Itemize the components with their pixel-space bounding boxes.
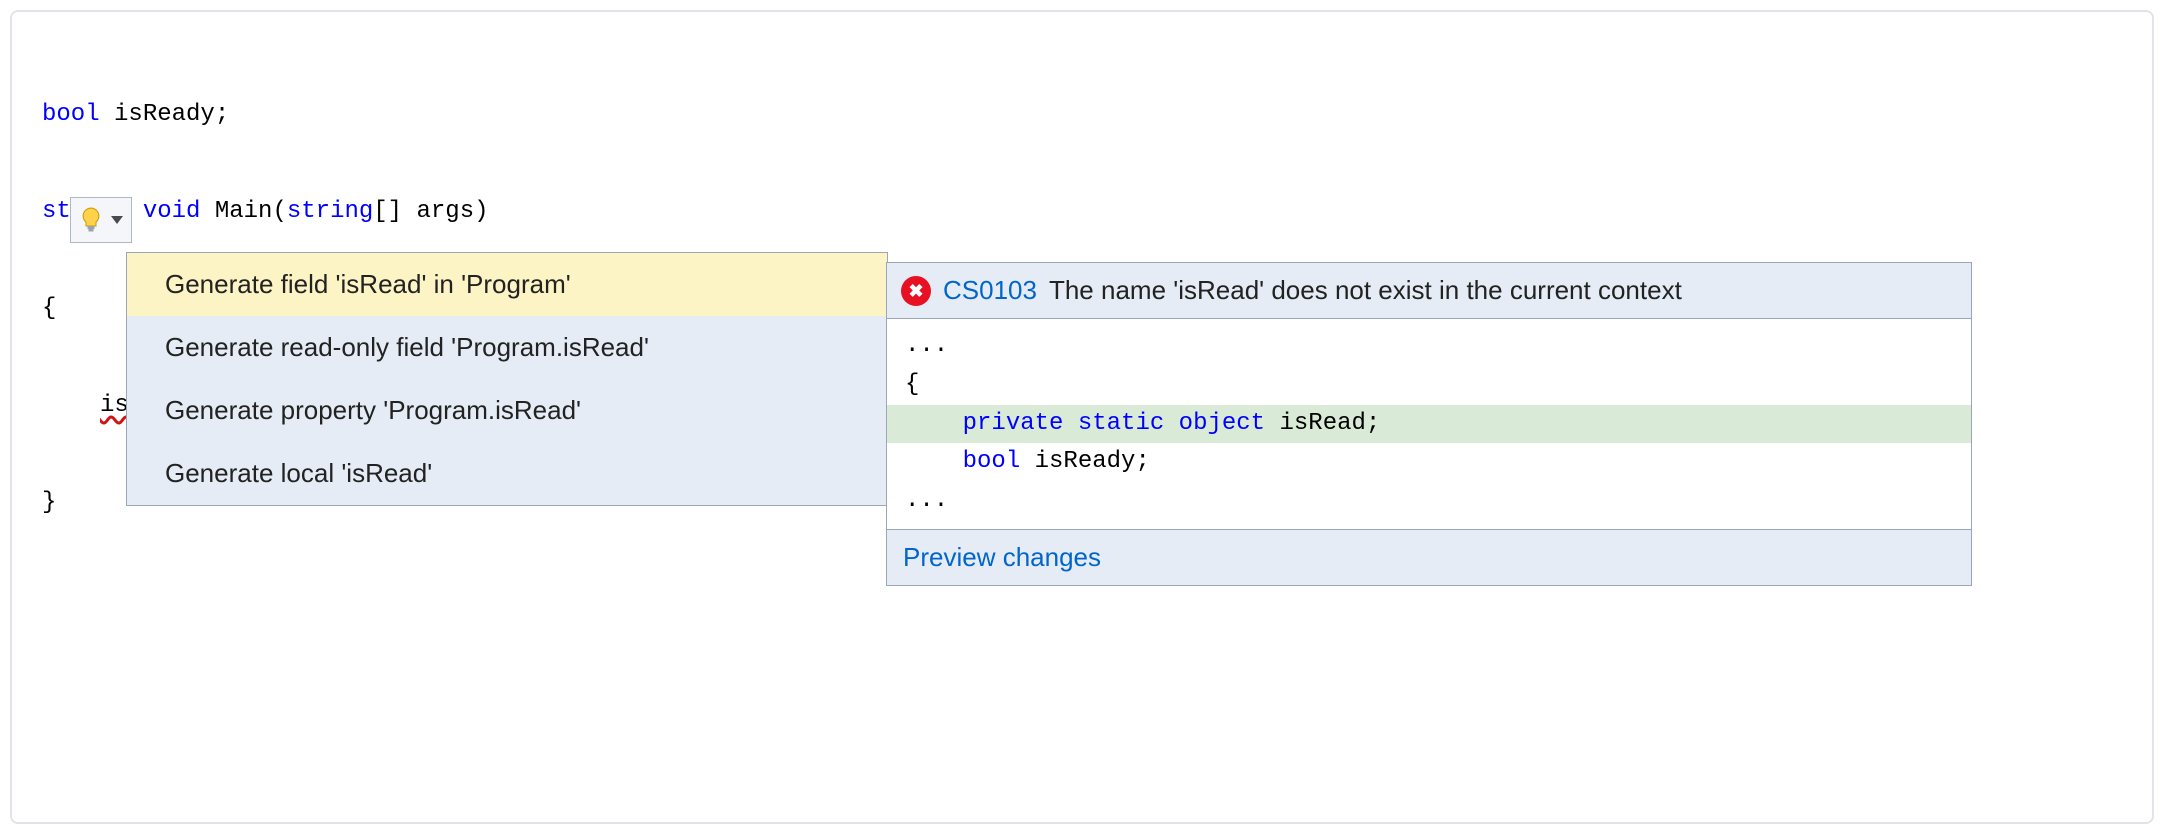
lightbulb-icon	[79, 206, 103, 234]
semicolon: ;	[1366, 410, 1380, 437]
quick-action-generate-local[interactable]: Generate local 'isRead'	[127, 442, 887, 505]
quick-actions-bulb-button[interactable]	[70, 197, 132, 243]
error-code[interactable]: CS0103	[943, 273, 1037, 308]
error-icon	[901, 276, 931, 306]
chevron-down-icon	[111, 216, 123, 224]
code-line: bool isReady;	[42, 99, 2122, 131]
diff-ellipsis: ...	[887, 327, 1971, 366]
quick-action-generate-field[interactable]: Generate field 'isRead' in 'Program'	[127, 253, 887, 316]
diff-ellipsis: ...	[887, 482, 1971, 521]
paren-close: )	[474, 198, 488, 225]
keyword-void: void	[143, 198, 201, 225]
quick-action-generate-readonly-field[interactable]: Generate read-only field 'Program.isRead…	[127, 316, 887, 379]
preview-footer: Preview changes	[887, 529, 1971, 585]
keyword-private: private	[963, 410, 1064, 437]
preview-panel: CS0103 The name 'isRead' does not exist …	[886, 262, 1972, 586]
keyword-static: static	[1078, 410, 1164, 437]
keyword-string: string	[287, 198, 373, 225]
preview-changes-link[interactable]: Preview changes	[903, 542, 1101, 572]
identifier: isReady	[114, 101, 215, 128]
diff-added-line: private static object isRead;	[887, 405, 1971, 444]
diff-brace-open: {	[887, 366, 1971, 405]
semicolon: ;	[215, 101, 229, 128]
diff-context-line: bool isReady;	[887, 443, 1971, 482]
editor-frame: bool isReady; static void Main(string[] …	[10, 10, 2154, 824]
error-header: CS0103 The name 'isRead' does not exist …	[887, 263, 1971, 319]
param-name: args	[417, 198, 475, 225]
array-brackets: []	[373, 198, 402, 225]
identifier: isRead	[1280, 410, 1366, 437]
method-name: Main	[215, 198, 273, 225]
keyword-bool: bool	[963, 448, 1021, 475]
identifier: isReady	[1035, 448, 1136, 475]
code-line: static void Main(string[] args)	[42, 196, 2122, 228]
quick-action-generate-property[interactable]: Generate property 'Program.isRead'	[127, 379, 887, 442]
preview-diff: ... { private static object isRead; bool…	[887, 319, 1971, 529]
quick-actions-menu: Generate field 'isRead' in 'Program' Gen…	[126, 252, 888, 506]
keyword-object: object	[1179, 410, 1265, 437]
error-message: The name 'isRead' does not exist in the …	[1049, 273, 1682, 308]
keyword-bool: bool	[42, 101, 100, 128]
semicolon: ;	[1135, 448, 1149, 475]
paren-open: (	[272, 198, 286, 225]
